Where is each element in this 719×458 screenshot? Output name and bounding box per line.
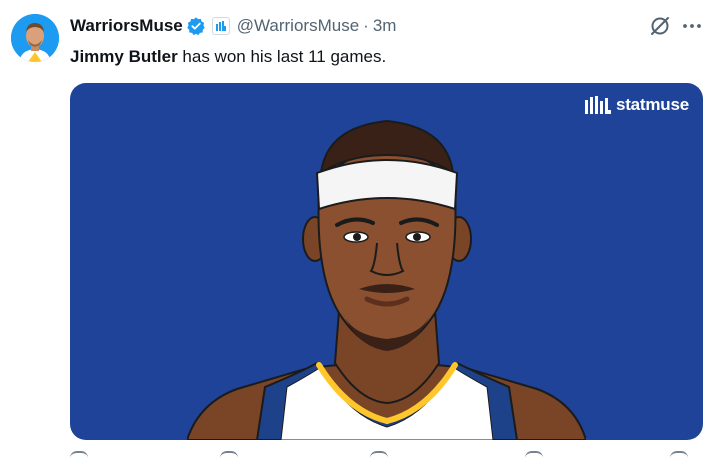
tweet: WarriorsMuse @WarriorsMuse · 3m Jimmy Bu… xyxy=(0,0,719,458)
tweet-actions xyxy=(70,451,703,458)
handle[interactable]: @WarriorsMuse xyxy=(237,16,359,36)
statmuse-brand: statmuse xyxy=(584,95,689,115)
tweet-text-mention[interactable]: Jimmy Butler xyxy=(70,47,178,66)
views-icon[interactable] xyxy=(525,451,543,458)
brand-label: statmuse xyxy=(615,95,689,114)
separator-dot: · xyxy=(363,16,369,35)
retweet-icon[interactable] xyxy=(220,451,238,458)
reply-icon[interactable] xyxy=(70,451,88,458)
avatar[interactable] xyxy=(11,14,59,62)
more-icon[interactable] xyxy=(680,16,704,36)
statmuse-logo-icon xyxy=(584,96,611,114)
tweet-media[interactable]: statmuse xyxy=(70,83,703,440)
affiliate-badge-icon[interactable] xyxy=(211,17,230,35)
share-icon[interactable] xyxy=(670,451,688,458)
avatar-image xyxy=(11,14,59,62)
tweet-text: Jimmy Butler has won his last 11 games. xyxy=(70,45,386,69)
timestamp[interactable]: 3m xyxy=(373,16,397,36)
grok-icon[interactable] xyxy=(648,14,672,38)
display-name[interactable]: WarriorsMuse xyxy=(70,16,183,36)
like-icon[interactable] xyxy=(370,451,388,458)
tweet-text-body: has won his last 11 games. xyxy=(177,47,387,66)
player-illustration xyxy=(187,119,586,440)
verified-badge-icon xyxy=(186,16,206,36)
tweet-header: WarriorsMuse @WarriorsMuse · 3m xyxy=(70,14,396,38)
